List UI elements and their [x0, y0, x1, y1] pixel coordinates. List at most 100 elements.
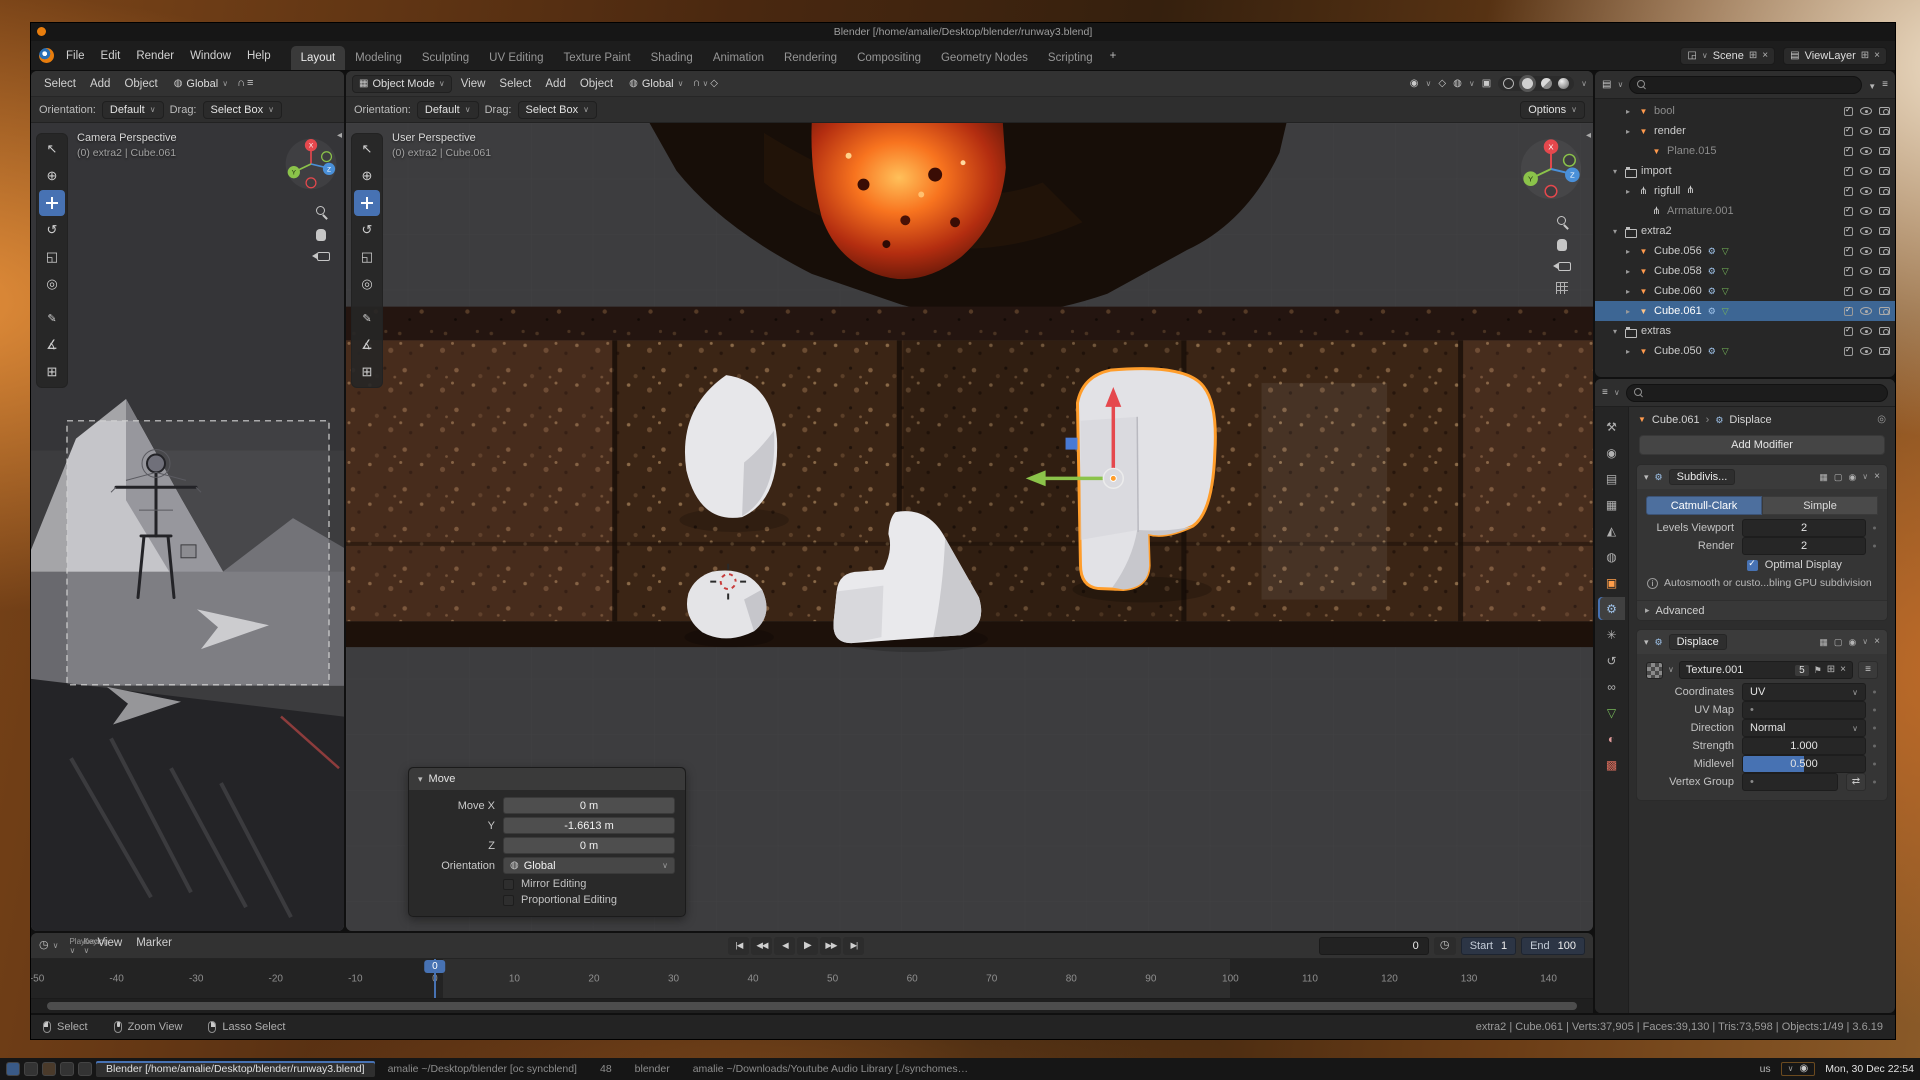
outliner-item[interactable]: render [1595, 121, 1895, 141]
orientation-default-dropdown[interactable]: Default [102, 101, 164, 119]
hide-render-camera-icon[interactable] [1879, 107, 1890, 115]
tool-button[interactable] [39, 305, 65, 331]
disclosure-caret-icon[interactable] [1623, 267, 1633, 276]
axis-value-field[interactable]: 0 m [503, 797, 675, 814]
tool-button[interactable] [39, 217, 65, 243]
timeline-menu[interactable]: Playback [62, 934, 76, 958]
object-visibility-icon[interactable] [1410, 79, 1419, 89]
hide-render-camera-icon[interactable] [1879, 347, 1890, 355]
zoom-icon[interactable] [315, 205, 328, 218]
remove-modifier-icon[interactable] [1874, 637, 1880, 647]
tool-button[interactable] [39, 359, 65, 385]
extras-dropdown-icon[interactable] [1862, 473, 1868, 481]
texture-users-badge[interactable]: 5 [1795, 665, 1809, 676]
workspace-tab[interactable]: UV Editing [479, 46, 553, 70]
render-toggle-icon[interactable] [1848, 638, 1856, 647]
hide-render-camera-icon[interactable] [1879, 307, 1890, 315]
properties-tab[interactable] [1598, 727, 1625, 750]
outliner-item[interactable]: Cube.058 [1595, 261, 1895, 281]
properties-tab[interactable] [1598, 545, 1625, 568]
collapse-caret-icon[interactable] [1644, 473, 1649, 482]
auto-keying-icon[interactable] [1434, 937, 1456, 955]
launcher-app-icon[interactable] [78, 1062, 92, 1076]
taskbar-window-button[interactable]: blender [625, 1061, 680, 1077]
advanced-subpanel-header[interactable]: Advanced [1637, 600, 1887, 620]
property-value-field[interactable] [1742, 701, 1866, 719]
outliner-item[interactable]: Cube.060 [1595, 281, 1895, 301]
selectable-checkbox[interactable] [1844, 347, 1853, 356]
navigation-gizmo[interactable]: X Y Z [284, 137, 338, 191]
wireframe-shading-icon[interactable] [1503, 78, 1514, 89]
properties-tab[interactable] [1598, 623, 1625, 646]
launcher-menu-icon[interactable] [6, 1062, 20, 1076]
gizmos-icon[interactable] [1438, 79, 1446, 89]
transport-button[interactable] [774, 937, 795, 955]
property-value-field[interactable]: 2 [1742, 519, 1866, 537]
texture-settings-icon[interactable] [1858, 661, 1878, 679]
outliner-item[interactable]: Armature.001 [1595, 201, 1895, 221]
hide-viewport-eye-icon[interactable] [1860, 107, 1872, 115]
property-value-field[interactable] [1742, 773, 1838, 791]
solid-shading-icon[interactable] [1522, 78, 1533, 89]
disclosure-caret-icon[interactable] [1610, 327, 1620, 336]
launcher-files-icon[interactable] [24, 1062, 38, 1076]
outliner-item[interactable]: extra2 [1595, 221, 1895, 241]
properties-tab[interactable] [1598, 493, 1625, 516]
transform-orientation-dropdown[interactable]: Global [167, 75, 235, 93]
disclosure-caret-icon[interactable] [1623, 187, 1633, 196]
camera-viewport-canvas[interactable]: Camera Perspective (0) extra2 | Cube.061… [31, 123, 344, 931]
timeline-menu[interactable]: Marker [129, 934, 179, 958]
selectable-checkbox[interactable] [1844, 107, 1853, 116]
frame-end-field[interactable]: End100 [1521, 937, 1585, 955]
selectable-checkbox[interactable] [1844, 167, 1853, 176]
selectable-checkbox[interactable] [1844, 227, 1853, 236]
disclosure-caret-icon[interactable] [1610, 227, 1620, 236]
snap-magnet-icon[interactable] [692, 78, 700, 89]
disclosure-caret-icon[interactable] [1623, 107, 1633, 116]
taskbar-window-button[interactable]: amalie ~/Downloads/Youtube Audio Library… [683, 1061, 983, 1077]
hide-render-camera-icon[interactable] [1879, 147, 1890, 155]
tool-button[interactable] [354, 190, 380, 216]
realtime-toggle-icon[interactable] [1834, 638, 1843, 647]
rendered-shading-icon[interactable] [1558, 78, 1569, 89]
hide-viewport-eye-icon[interactable] [1860, 167, 1872, 175]
add-modifier-button[interactable]: Add Modifier [1639, 435, 1885, 455]
hide-render-camera-icon[interactable] [1879, 187, 1890, 195]
camera-view-icon[interactable] [317, 252, 330, 261]
modifier-name-field[interactable]: Displace [1669, 634, 1727, 650]
duplicate-texture-icon[interactable] [1827, 665, 1835, 675]
overlays-icon[interactable] [1453, 79, 1462, 89]
properties-tab[interactable] [1598, 519, 1625, 542]
launcher-app-icon[interactable] [60, 1062, 74, 1076]
properties-tab[interactable] [1598, 467, 1625, 490]
viewport-menu[interactable]: Add [83, 75, 117, 93]
tray-expand-icon[interactable] [1788, 1065, 1794, 1073]
transport-button[interactable] [843, 937, 864, 955]
viewport-menu[interactable]: Object [573, 75, 620, 93]
hide-render-camera-icon[interactable] [1879, 267, 1890, 275]
drag-mode-dropdown[interactable]: Select Box [518, 101, 597, 119]
checkbox[interactable] [503, 879, 514, 890]
workspace-tab[interactable]: Compositing [847, 46, 931, 70]
menu-item[interactable]: Edit [93, 46, 129, 66]
optimal-display-row[interactable]: Optimal Display [1747, 559, 1878, 571]
axis-value-field[interactable]: 0 m [503, 837, 675, 854]
orientation-default-dropdown[interactable]: Default [417, 101, 479, 119]
selectable-checkbox[interactable] [1844, 187, 1853, 196]
tool-button[interactable] [354, 244, 380, 270]
viewport-menu[interactable]: Select [492, 75, 538, 93]
header-overflow-icon[interactable] [247, 78, 253, 89]
user-viewport-canvas[interactable]: User Perspective (0) extra2 | Cube.061 X [346, 123, 1593, 931]
sidebar-toggle-icon[interactable] [1586, 131, 1591, 141]
properties-tab[interactable] [1598, 649, 1625, 672]
properties-tab[interactable] [1598, 415, 1625, 438]
texture-thumbnail-icon[interactable] [1646, 662, 1663, 679]
menu-item[interactable]: Render [128, 46, 182, 66]
hide-viewport-eye-icon[interactable] [1860, 207, 1872, 215]
clock[interactable]: Mon, 30 Dec 22:54 [1825, 1063, 1914, 1075]
property-value-field[interactable]: 1.000 [1742, 737, 1866, 755]
displace-panel-header[interactable]: Displace [1637, 630, 1887, 654]
current-frame-field[interactable]: 0 [1319, 937, 1429, 955]
outliner-item[interactable]: bool [1595, 101, 1895, 121]
selectable-checkbox[interactable] [1844, 287, 1853, 296]
